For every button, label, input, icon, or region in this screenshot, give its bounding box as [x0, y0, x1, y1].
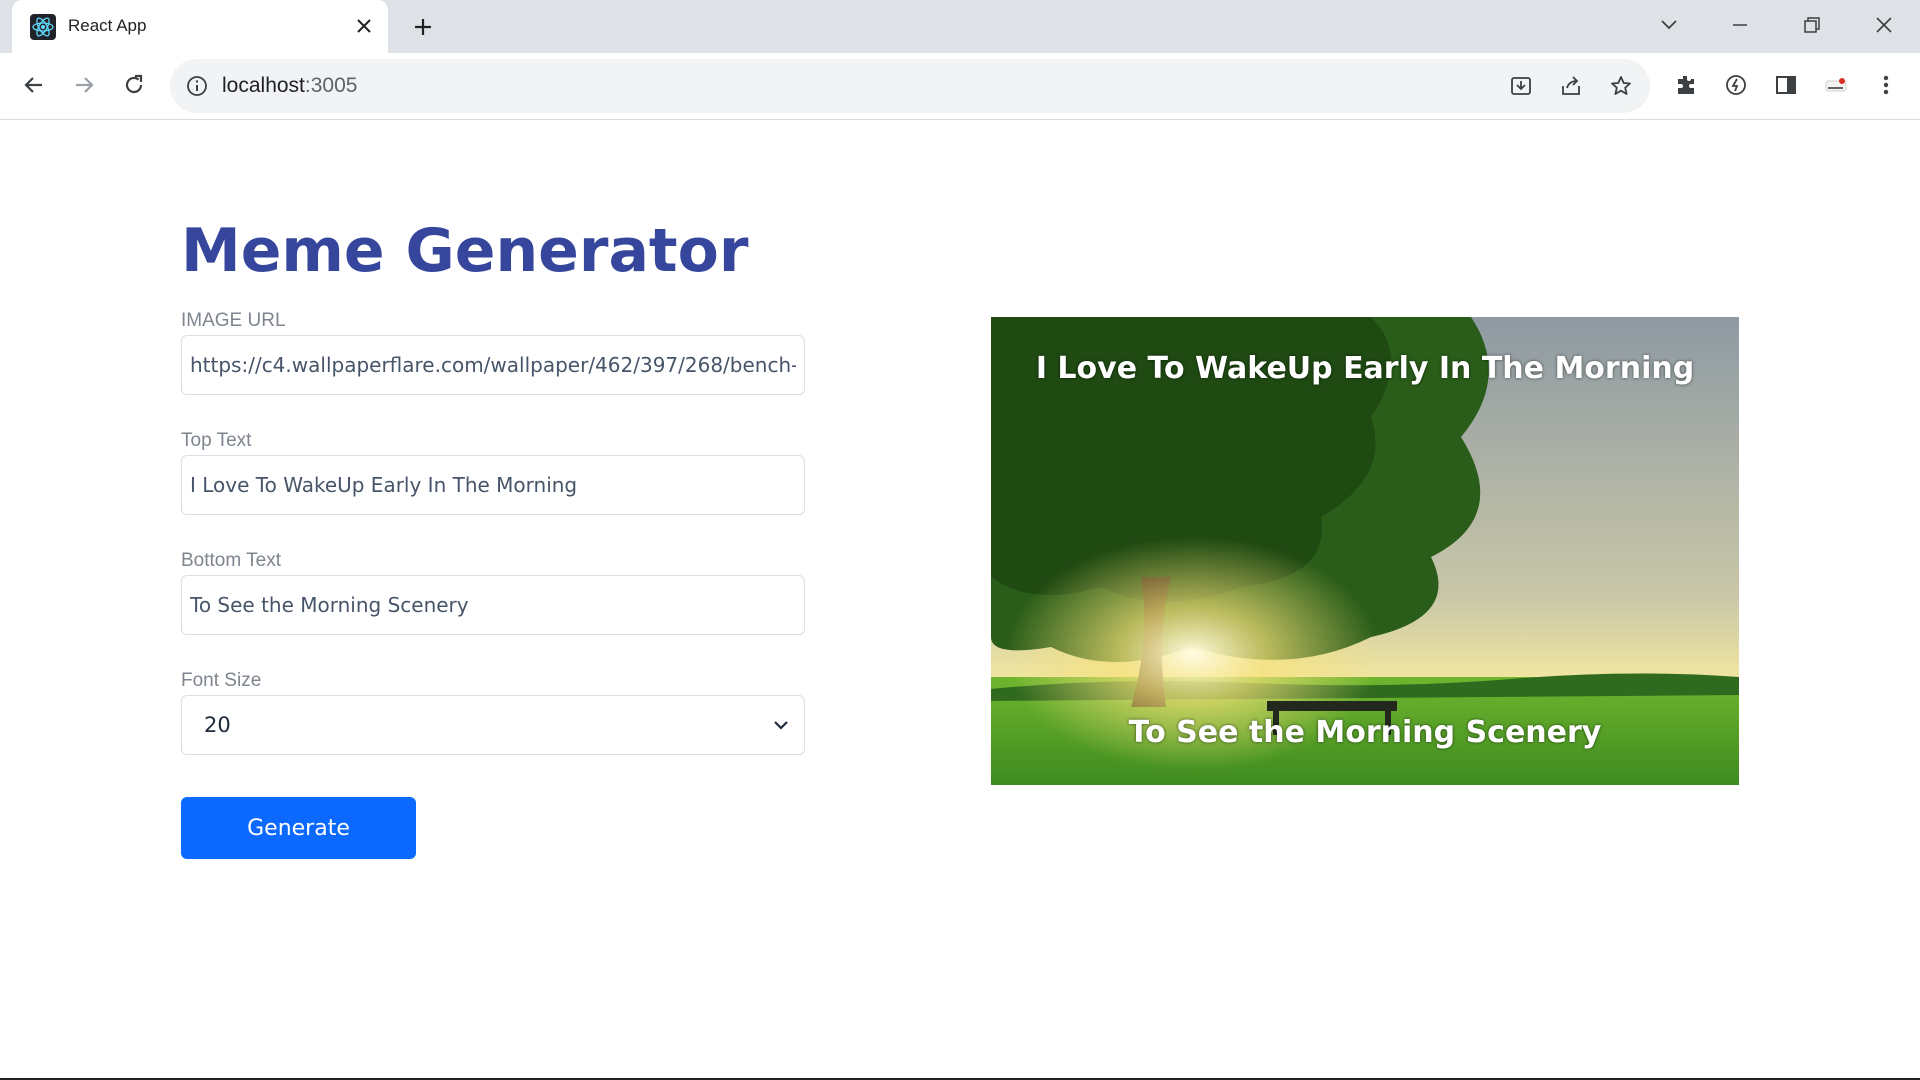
info-icon[interactable]	[184, 73, 210, 99]
bottom-text-input[interactable]	[182, 576, 804, 634]
restore-icon[interactable]	[1792, 10, 1832, 40]
meme-top-text: I Love To WakeUp Early In The Morning	[1035, 351, 1695, 386]
tab-strip: React App	[0, 0, 1920, 53]
forward-icon[interactable]	[66, 67, 102, 103]
react-logo-icon	[30, 14, 56, 40]
close-window-icon[interactable]	[1864, 10, 1904, 40]
meme-preview: I Love To WakeUp Early In The Morning To…	[991, 317, 1739, 785]
page-content: Meme Generator IMAGE URL Top Text Bottom…	[0, 120, 1920, 1078]
back-icon[interactable]	[16, 67, 52, 103]
share-icon[interactable]	[1556, 71, 1586, 101]
image-url-field[interactable]	[181, 335, 805, 395]
profile-icon[interactable]	[1818, 67, 1854, 103]
reload-icon[interactable]	[116, 67, 152, 103]
chevron-down-icon	[772, 716, 790, 734]
font-size-select[interactable]: 20	[181, 695, 805, 755]
bottom-text-field[interactable]	[181, 575, 805, 635]
generate-button[interactable]: Generate	[181, 797, 416, 859]
image-url-input[interactable]	[182, 336, 804, 394]
bottom-text-label: Bottom Text	[181, 550, 281, 571]
top-text-label: Top Text	[181, 430, 252, 451]
tab-search-icon[interactable]	[1649, 10, 1689, 40]
top-text-field[interactable]	[181, 455, 805, 515]
close-icon[interactable]	[350, 12, 378, 40]
minimize-icon[interactable]	[1720, 10, 1760, 40]
new-tab-button[interactable]	[408, 12, 438, 42]
install-icon[interactable]	[1506, 71, 1536, 101]
font-size-value: 20	[204, 713, 231, 737]
sidepanel-icon[interactable]	[1768, 67, 1804, 103]
page-title: Meme Generator	[181, 216, 749, 286]
menu-icon[interactable]	[1868, 67, 1904, 103]
browser-toolbar: localhost:3005	[0, 53, 1920, 120]
browser-tab[interactable]: React App	[12, 0, 388, 53]
url-text[interactable]: localhost:3005	[222, 74, 357, 98]
address-bar[interactable]: localhost:3005	[170, 59, 1650, 113]
image-url-label: IMAGE URL	[181, 310, 286, 331]
extensions-icon[interactable]	[1668, 67, 1704, 103]
star-icon[interactable]	[1606, 71, 1636, 101]
top-text-input[interactable]	[182, 456, 804, 514]
font-size-label: Font Size	[181, 670, 262, 691]
sync-icon[interactable]	[1718, 67, 1754, 103]
tab-title: React App	[68, 16, 147, 35]
meme-bottom-text: To See the Morning Scenery	[1128, 715, 1602, 750]
